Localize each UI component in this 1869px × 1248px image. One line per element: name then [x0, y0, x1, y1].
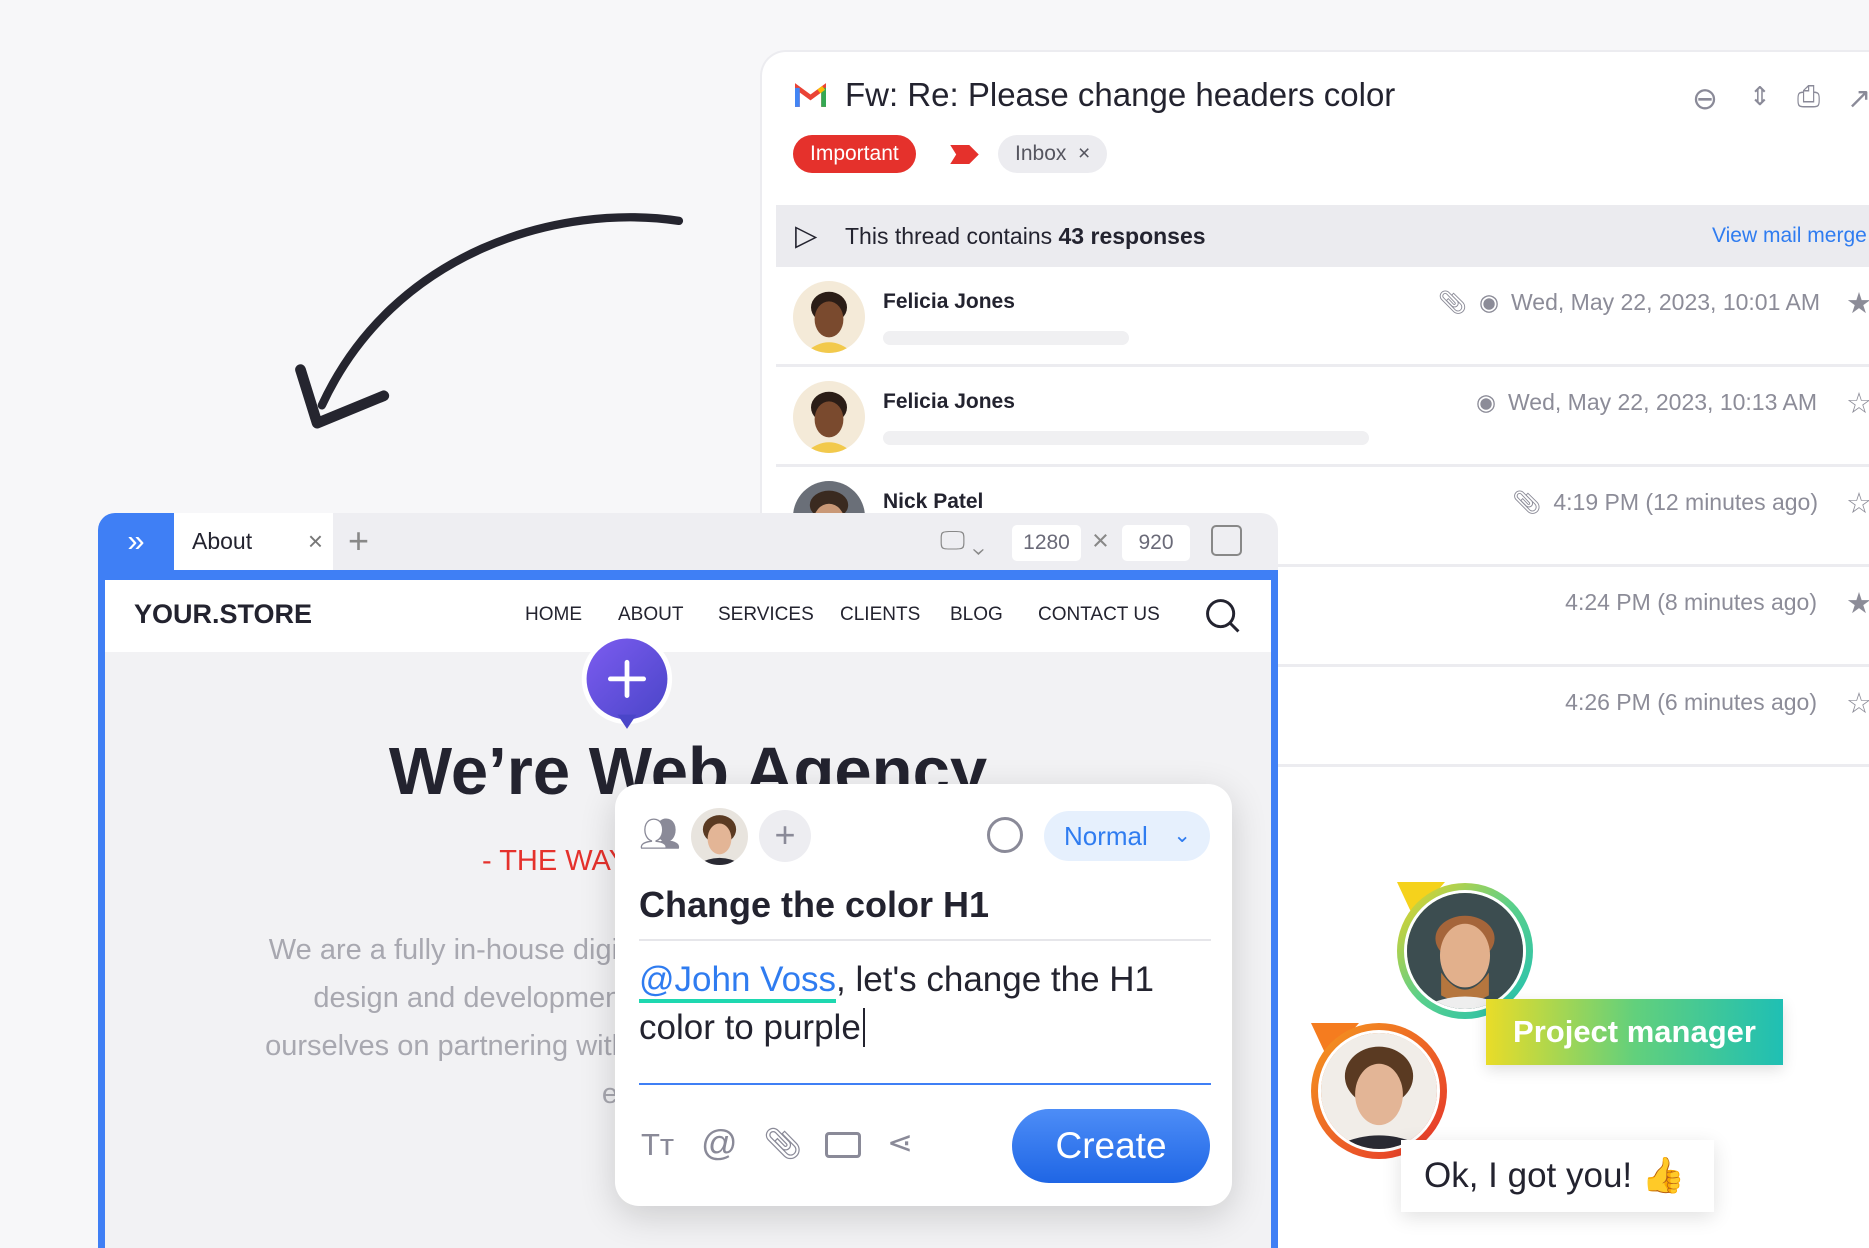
sender-name: Felicia Jones: [883, 290, 1015, 313]
viewport-height-input[interactable]: 920: [1122, 525, 1190, 561]
message-time: Wed, May 22, 2023, 10:13 AM: [1508, 389, 1817, 415]
paragraph-line: ourselves on partnering with clier: [265, 1030, 689, 1062]
priority-value: Normal: [1064, 821, 1148, 851]
sender-name: Nick Patel: [883, 490, 984, 513]
star-filled-icon[interactable]: ★: [1846, 290, 1869, 319]
preview-placeholder: [883, 331, 1129, 345]
add-assignee-button[interactable]: +: [759, 810, 811, 862]
viewport-width-input[interactable]: 1280: [1012, 525, 1081, 561]
nav-contact[interactable]: CONTACT US: [1038, 604, 1160, 626]
message-time: 4:26 PM (6 minutes ago): [1565, 689, 1817, 715]
message-time: 4:19 PM (12 minutes ago): [1553, 489, 1818, 515]
rotate-device-icon[interactable]: [1211, 525, 1242, 556]
close-tab-icon[interactable]: ×: [308, 513, 323, 570]
site-paragraph: We are a fully in-house digital ag desig…: [105, 926, 689, 1118]
seen-icon: ◉: [1478, 289, 1500, 315]
site-logo[interactable]: YOUR.STORE: [134, 599, 312, 630]
video-icon[interactable]: [825, 1132, 861, 1158]
attachment-icon: 📎︎: [1437, 289, 1467, 315]
paragraph-line: design and development with: [313, 982, 689, 1014]
remove-tag-icon[interactable]: ×: [1078, 142, 1090, 165]
title-divider: [639, 939, 1211, 941]
importance-marker-icon: [950, 145, 979, 164]
message-time: Wed, May 22, 2023, 10:01 AM: [1511, 289, 1820, 315]
expand-collapse-icon[interactable]: ⇕: [1749, 81, 1785, 117]
link-icon[interactable]: ⊖: [1692, 81, 1728, 117]
seen-icon: ◉: [1475, 389, 1497, 415]
paragraph-line: We are a fully in-house digital ag: [268, 934, 689, 966]
add-comment-pin[interactable]: [577, 629, 677, 736]
curved-arrow-icon: [295, 213, 684, 429]
nav-clients[interactable]: CLIENTS: [840, 604, 920, 626]
assignees-icon[interactable]: 👥︎: [639, 815, 681, 854]
avatar: [793, 281, 865, 353]
thread-info-text: This thread contains: [845, 223, 1059, 249]
share-icon[interactable]: ⋖: [887, 1125, 913, 1161]
thread-info-bar: ▷ This thread contains 43 responses View…: [776, 205, 1869, 267]
star-outline-icon[interactable]: ☆: [1846, 390, 1869, 419]
view-mail-merge-link[interactable]: View mail merge: [1712, 205, 1867, 267]
text-format-icon[interactable]: Tт: [641, 1127, 674, 1163]
new-tab-button[interactable]: +: [348, 520, 369, 562]
nav-blog[interactable]: BLOG: [950, 604, 1003, 626]
star-filled-icon[interactable]: ★: [1846, 590, 1869, 619]
text-cursor: [862, 1008, 865, 1047]
tab-about[interactable]: About ×: [174, 513, 333, 570]
site-navbar: YOUR.STORE HOME ABOUT SERVICES CLIENTS B…: [105, 580, 1271, 652]
open-external-icon[interactable]: ↗: [1847, 81, 1869, 117]
tab-label: About: [192, 528, 253, 554]
priority-dropdown[interactable]: Normal ⌄: [1044, 811, 1210, 861]
expand-sidebar-button[interactable]: »: [98, 513, 174, 570]
paragraph-line: educat: [105, 1070, 689, 1118]
comment-text: , let's change the H1: [836, 960, 1155, 999]
user-avatar: [1311, 1023, 1447, 1159]
reply-bubble: Ok, I got you! 👍: [1401, 1140, 1714, 1212]
avatar: [793, 381, 865, 453]
inbox-tag-label: Inbox: [1015, 142, 1067, 165]
important-tag[interactable]: Important: [793, 135, 916, 173]
email-subject: Fw: Re: Please change headers color: [845, 76, 1396, 113]
comment-title[interactable]: Change the color H1: [639, 884, 989, 926]
star-outline-icon[interactable]: ☆: [1846, 490, 1869, 519]
create-button[interactable]: Create: [1012, 1109, 1210, 1183]
search-icon[interactable]: [1204, 597, 1242, 635]
comment-card: 👥︎ + Normal ⌄ Change the color H1 @John V…: [615, 784, 1232, 1206]
inbox-tag[interactable]: Inbox ×: [998, 135, 1108, 173]
chevron-down-icon: ⌄: [1173, 824, 1191, 847]
assignee-avatar[interactable]: [691, 808, 748, 865]
times-separator: ×: [1092, 525, 1109, 557]
site-subheading: - THE WAY: [482, 845, 629, 877]
star-outline-icon[interactable]: ☆: [1846, 690, 1869, 719]
device-preview-icon[interactable]: 🖵︎ ⌄: [940, 525, 985, 557]
send-icon: ▷: [795, 220, 818, 252]
mention-icon[interactable]: @: [701, 1122, 738, 1164]
nav-about[interactable]: ABOUT: [618, 604, 683, 626]
comment-body-input[interactable]: @John Voss, let's change the H1 color to…: [639, 956, 1211, 1085]
role-badge: Project manager: [1486, 999, 1783, 1065]
nav-services[interactable]: SERVICES: [718, 604, 814, 626]
nav-home[interactable]: HOME: [525, 604, 582, 626]
due-date-icon[interactable]: [987, 817, 1023, 853]
gmail-logo-icon: [795, 83, 826, 107]
message-time: 4:24 PM (8 minutes ago): [1565, 589, 1817, 615]
print-icon[interactable]: ⎙: [1797, 81, 1833, 117]
preview-placeholder: [883, 431, 1369, 445]
message-row[interactable]: Felicia Jones ◉ Wed, May 22, 2023, 10:13 …: [776, 369, 1869, 467]
attachment-icon: 📎︎: [1512, 489, 1542, 515]
attach-icon[interactable]: 📎︎: [763, 1125, 802, 1162]
comment-text: color to purple: [639, 1008, 861, 1047]
response-count: 43 responses: [1058, 223, 1206, 249]
sender-name: Felicia Jones: [883, 390, 1015, 413]
message-row[interactable]: Felicia Jones 📎︎ ◉ Wed, May 22, 2023, 10:0…: [776, 269, 1869, 367]
mention[interactable]: @John Voss: [639, 960, 837, 1003]
